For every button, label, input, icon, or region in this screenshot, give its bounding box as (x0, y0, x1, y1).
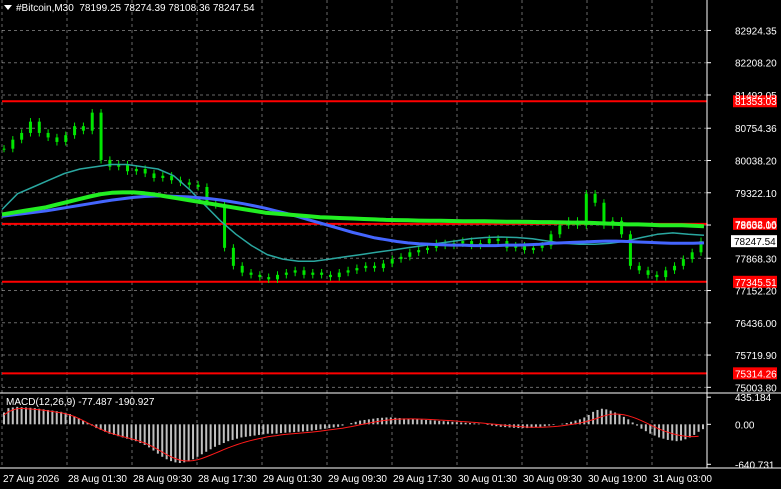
ohlc-open: 78199.25 (79, 3, 122, 14)
candle-body (346, 270, 350, 273)
ohlc-close: 78247.54 (212, 3, 255, 14)
y-tick-label: 79322.10 (735, 189, 777, 200)
candle-body (223, 205, 227, 248)
candle-body (531, 247, 535, 251)
y-tick-label: 82208.20 (735, 59, 777, 70)
candle-body (337, 272, 341, 278)
x-tick-label: 30 Aug 09:30 (523, 474, 582, 485)
candle-body (258, 274, 262, 278)
symbol-header[interactable]: #Bitcoin,M30 78199.25 78274.39 78108.36 … (4, 3, 255, 14)
y-tick-label: 76436.00 (735, 319, 777, 330)
y-tick-label: 82924.35 (735, 26, 777, 37)
candle-body (373, 265, 377, 269)
candle-body (425, 247, 429, 251)
candle-body (46, 132, 50, 138)
candle-body (134, 168, 138, 172)
x-tick-label: 28 Aug 01:30 (68, 474, 127, 485)
candle-body (81, 126, 85, 131)
candle-body (11, 139, 15, 149)
candle-body (664, 270, 668, 278)
candle-body (646, 270, 650, 275)
macd-y-label: -640.731 (735, 460, 775, 471)
candle-body (2, 148, 6, 150)
candle-body (593, 193, 597, 203)
candle-body (240, 265, 244, 273)
candle-body (302, 270, 306, 275)
y-tick-label: 78606.00 (735, 221, 777, 232)
x-tick-label: 30 Aug 01:30 (458, 474, 517, 485)
candle-body (399, 256, 403, 260)
candle-body (90, 112, 94, 131)
chart-area[interactable]: 81353.0378632.1677345.5175314.26 27 Aug … (0, 0, 781, 489)
candle-body (673, 265, 677, 271)
candle-body (690, 252, 694, 260)
macd-title: MACD(12,26,9) -77.487 -190.927 (6, 397, 155, 408)
y-tick-label: 80754.36 (735, 124, 777, 135)
y-tick-label: 77152.20 (735, 287, 777, 298)
candle-body (64, 135, 68, 142)
ohlc-low: 78108.36 (168, 3, 211, 14)
x-tick-label: 29 Aug 17:30 (393, 474, 452, 485)
candle-body (108, 159, 112, 167)
y-tick-label: 80038.20 (735, 156, 777, 167)
candle-body (205, 186, 209, 203)
candle-body (311, 272, 315, 275)
candle-body (461, 241, 465, 244)
candle-body (99, 112, 103, 160)
candle-body (390, 259, 394, 264)
macd-y-label: 0.00 (735, 420, 755, 431)
x-tick-label: 28 Aug 09:30 (133, 474, 192, 485)
candle-body (73, 126, 77, 136)
candle-body (187, 182, 191, 185)
candle-body (231, 247, 235, 266)
candle-body (487, 238, 491, 244)
candle-body (284, 272, 288, 275)
candle-body (267, 277, 271, 280)
price-level-label: 75314.26 (735, 369, 777, 380)
candle-body (28, 121, 32, 133)
symbol-name: #Bitcoin,M30 (16, 3, 74, 14)
y-tick-label: 77868.30 (735, 254, 777, 265)
candle-body (558, 225, 562, 235)
macd-y-label: 435.184 (735, 393, 772, 404)
x-tick-label: 29 Aug 01:30 (263, 474, 322, 485)
candle-body (320, 272, 324, 275)
candle-body (196, 184, 200, 187)
candle-body (355, 268, 359, 271)
candle-body (540, 245, 544, 248)
candle-body (20, 132, 24, 140)
current-price-label: 78247.54 (734, 237, 776, 248)
x-tick-label: 27 Aug 2026 (3, 474, 60, 485)
candle-body (408, 252, 412, 257)
y-tick-label: 81492.05 (735, 91, 777, 102)
dropdown-triangle-icon[interactable] (4, 5, 12, 10)
ohlc-high: 78274.39 (123, 3, 166, 14)
candle-body (584, 193, 588, 226)
candle-body (152, 173, 156, 178)
candle-body (293, 270, 297, 273)
x-tick-label: 28 Aug 17:30 (198, 474, 257, 485)
candle-body (161, 175, 165, 178)
candle-body (328, 274, 332, 278)
candle-body (249, 272, 253, 275)
candle-body (364, 265, 368, 269)
x-tick-label: 29 Aug 09:30 (328, 474, 387, 485)
candle-body (55, 137, 59, 142)
candle-body (628, 234, 632, 266)
candle-body (655, 274, 659, 278)
candle-body (681, 259, 685, 266)
candle-body (417, 250, 421, 253)
x-tick-label: 30 Aug 19:00 (588, 474, 647, 485)
x-tick-label: 31 Aug 03:00 (653, 474, 712, 485)
y-tick-label: 75719.90 (735, 351, 777, 362)
candle-body (276, 274, 280, 280)
candle-body (143, 168, 147, 174)
candle-body (381, 263, 385, 269)
candle-body (37, 121, 41, 133)
candle-body (496, 238, 500, 242)
candle-body (637, 265, 641, 271)
candle-body (170, 175, 174, 181)
